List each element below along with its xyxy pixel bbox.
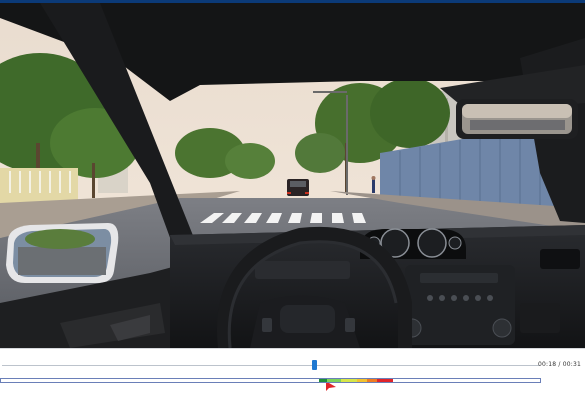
driving-simulation-video[interactable] xyxy=(0,3,585,348)
timeline-segment xyxy=(357,379,367,382)
timeline-segment xyxy=(341,379,357,382)
timeline-segment xyxy=(367,379,377,382)
timeline-segment xyxy=(319,379,327,382)
event-timeline[interactable] xyxy=(0,378,541,383)
seek-bar-track[interactable] xyxy=(2,365,540,366)
video-player-controls: 00:18 / 00:31 xyxy=(0,348,585,400)
time-readout: 00:18 / 00:31 xyxy=(537,361,581,368)
flag-icon[interactable] xyxy=(326,383,336,391)
timeline-segment xyxy=(327,379,341,382)
timeline-segment xyxy=(377,379,393,382)
video-review-window: { "player": { "time_readout": "00:18 / 0… xyxy=(0,0,585,400)
cockpit-scene xyxy=(0,3,585,348)
seek-bar-handle[interactable] xyxy=(312,360,318,370)
